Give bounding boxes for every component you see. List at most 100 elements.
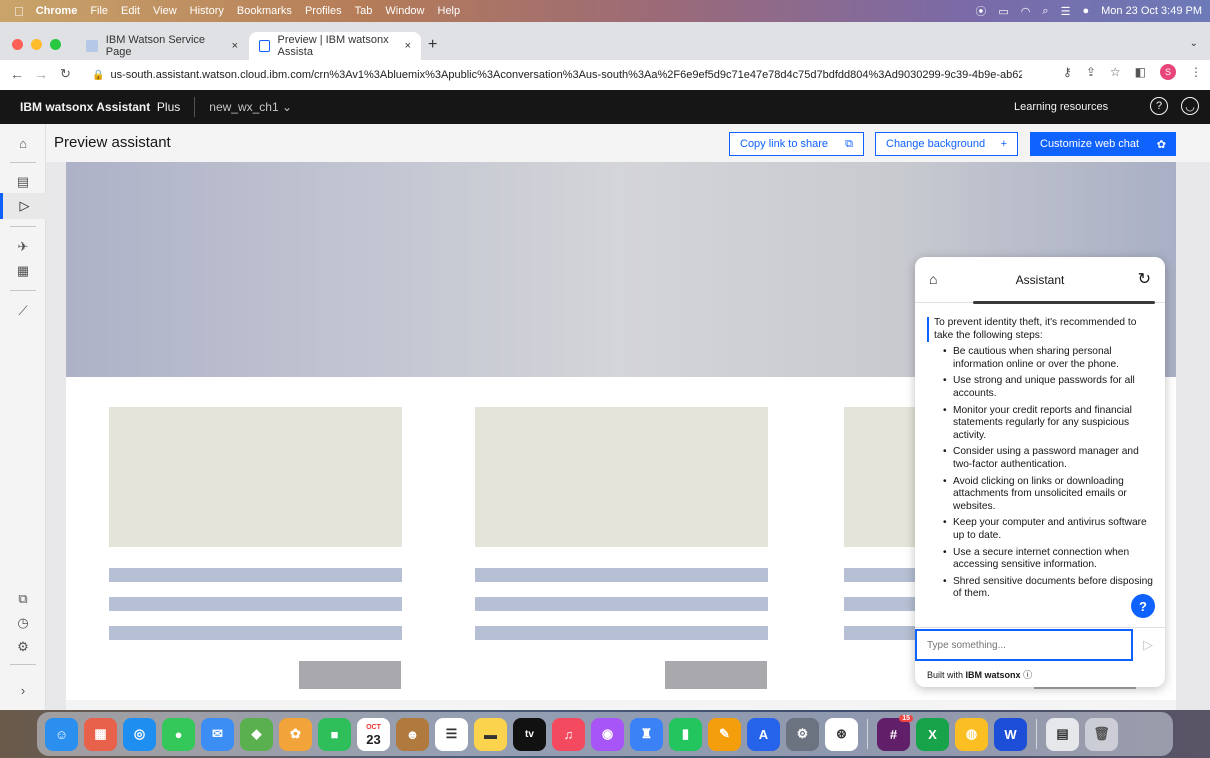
- calendar-icon[interactable]: OCT 23: [357, 717, 390, 751]
- url-field[interactable]: 🔒 us-south.assistant.watson.cloud.ibm.co…: [92, 65, 1022, 85]
- tab-search-chevron-icon[interactable]: ⌄: [1190, 38, 1198, 49]
- info-icon[interactable]: ⓘ: [1023, 670, 1032, 680]
- keynote-icon[interactable]: ♜: [630, 717, 663, 751]
- documents-folder-icon[interactable]: ▤: [1046, 717, 1079, 751]
- customize-web-chat-button[interactable]: Customize web chat ✿: [1030, 132, 1176, 156]
- left-nav-rail: ⌂ ▤ ▷ ✈ ▦ ⟋ ⧉ ◷ ⚙ ›: [0, 124, 46, 710]
- screen-record-icon[interactable]: ⦿: [975, 3, 986, 19]
- menu-tab[interactable]: Tab: [355, 5, 373, 17]
- pages-icon[interactable]: ✎: [708, 717, 741, 751]
- list-item: Use strong and unique passwords for all …: [943, 375, 1153, 400]
- menu-clock[interactable]: Mon 23 Oct 3:49 PM: [1101, 5, 1202, 17]
- workspace-switcher[interactable]: new_wx_ch1 ⌄: [209, 100, 292, 114]
- preview-icon[interactable]: ▷: [0, 193, 46, 219]
- copy-link-button[interactable]: Copy link to share ⧉: [729, 132, 864, 156]
- excel-icon[interactable]: X: [916, 717, 949, 751]
- menu-bookmarks[interactable]: Bookmarks: [237, 5, 292, 17]
- battery-icon[interactable]: ▭: [998, 5, 1008, 18]
- back-arrow-icon[interactable]: ←: [10, 66, 24, 82]
- contacts-icon[interactable]: ☻: [396, 717, 429, 751]
- analyze-icon[interactable]: ⟋: [0, 298, 46, 324]
- menu-file[interactable]: File: [90, 5, 108, 17]
- button-placeholder: [665, 661, 767, 689]
- password-key-icon[interactable]: ⚷: [1063, 65, 1072, 79]
- history-icon[interactable]: ◷: [0, 610, 46, 636]
- environments-icon[interactable]: ▦: [0, 258, 46, 284]
- publish-icon[interactable]: ✈: [0, 234, 46, 260]
- menu-chrome[interactable]: Chrome: [36, 5, 78, 17]
- forward-arrow-icon[interactable]: →: [34, 66, 48, 82]
- tab-close-icon[interactable]: ×: [405, 40, 411, 52]
- menu-view[interactable]: View: [153, 5, 177, 17]
- actions-icon[interactable]: ▤: [0, 169, 46, 195]
- chat-help-button[interactable]: ?: [1131, 594, 1155, 618]
- messages-icon[interactable]: ●: [162, 717, 195, 751]
- settings-icon[interactable]: ⚙: [0, 634, 46, 660]
- app-store-icon[interactable]: A: [747, 717, 780, 751]
- menu-edit[interactable]: Edit: [121, 5, 140, 17]
- mail-icon[interactable]: ✉: [201, 717, 234, 751]
- minimize-window-button[interactable]: [31, 39, 42, 50]
- assistant-chat-window: ⌂ Assistant ↻ To prevent identity theft,…: [915, 257, 1165, 687]
- tab-preview-watsonx[interactable]: Preview | IBM watsonx Assista ×: [249, 32, 421, 60]
- new-tab-button[interactable]: +: [428, 36, 437, 54]
- chat-title: Assistant: [1015, 273, 1065, 287]
- zoom-window-button[interactable]: [50, 39, 61, 50]
- podcasts-icon[interactable]: ◉: [591, 717, 624, 751]
- safari-icon[interactable]: ◎: [123, 717, 156, 751]
- spotlight-icon[interactable]: ⌕: [1042, 5, 1048, 18]
- chrome-icon[interactable]: ◍: [955, 717, 988, 751]
- send-icon[interactable]: ▷: [1143, 637, 1153, 653]
- tab-ibm-watson-service[interactable]: IBM Watson Service Page ×: [76, 32, 248, 60]
- apple-tv-icon[interactable]: tv: [513, 717, 546, 751]
- system-settings-icon[interactable]: ⚙: [786, 717, 819, 751]
- rail-divider: [10, 664, 36, 665]
- siri-icon[interactable]: ●: [1082, 5, 1089, 17]
- dock-separator: [1036, 719, 1037, 749]
- wifi-icon[interactable]: ◠: [1021, 5, 1031, 18]
- text-line-placeholder: [109, 597, 402, 611]
- share-icon[interactable]: ⇪: [1086, 65, 1096, 79]
- chatgpt-icon[interactable]: ⊛: [825, 717, 858, 751]
- chrome-menu-icon[interactable]: ⋮: [1190, 65, 1202, 79]
- change-background-button[interactable]: Change background +: [875, 132, 1018, 156]
- identity-theft-steps-list: Be cautious when sharing personal inform…: [927, 346, 1153, 601]
- numbers-icon[interactable]: ▮: [669, 717, 702, 751]
- reminders-icon[interactable]: ☰: [435, 717, 468, 751]
- apple-menu-icon[interactable]: : [14, 4, 24, 19]
- launchpad-icon[interactable]: ▦: [84, 717, 117, 751]
- slack-icon[interactable]: #15: [877, 714, 913, 751]
- help-icon[interactable]: ?: [1150, 97, 1168, 115]
- window-controls: [12, 39, 61, 50]
- lock-icon[interactable]: 🔒: [92, 70, 104, 81]
- learning-resources-link[interactable]: Learning resources: [1014, 101, 1108, 113]
- home-icon[interactable]: ⌂: [0, 130, 46, 156]
- reload-icon[interactable]: ↻: [60, 66, 71, 82]
- product-name[interactable]: IBM watsonx Assistant Plus: [20, 100, 180, 114]
- slack-badge: 15: [899, 714, 913, 722]
- list-item: Shred sensitive documents before disposi…: [943, 576, 1153, 601]
- photos-icon[interactable]: ✿: [279, 717, 312, 751]
- user-profile-icon[interactable]: ◡: [1181, 97, 1199, 115]
- trash-icon[interactable]: 🗑: [1085, 717, 1118, 751]
- close-window-button[interactable]: [12, 39, 23, 50]
- integrations-icon[interactable]: ⧉: [0, 586, 46, 612]
- bookmark-star-icon[interactable]: ☆: [1110, 65, 1121, 79]
- notes-icon[interactable]: ▬: [474, 717, 507, 751]
- facetime-icon[interactable]: ■: [318, 717, 351, 751]
- menu-profiles[interactable]: Profiles: [305, 5, 342, 17]
- control-center-icon[interactable]: ☰: [1061, 5, 1071, 18]
- music-icon[interactable]: ♫: [552, 717, 585, 751]
- menu-help[interactable]: Help: [438, 5, 461, 17]
- menu-window[interactable]: Window: [385, 5, 424, 17]
- maps-icon[interactable]: ◆: [240, 717, 273, 751]
- restart-conversation-icon[interactable]: ↻: [1138, 269, 1151, 289]
- chat-message-input[interactable]: [915, 629, 1133, 661]
- finder-icon[interactable]: ☺: [45, 717, 78, 751]
- menu-history[interactable]: History: [190, 5, 224, 17]
- sidepanel-icon[interactable]: ◧: [1135, 65, 1146, 79]
- tab-close-icon[interactable]: ×: [232, 40, 238, 52]
- expand-rail-icon[interactable]: ›: [0, 677, 46, 703]
- word-icon[interactable]: W: [994, 717, 1027, 751]
- profile-avatar[interactable]: S: [1160, 64, 1176, 80]
